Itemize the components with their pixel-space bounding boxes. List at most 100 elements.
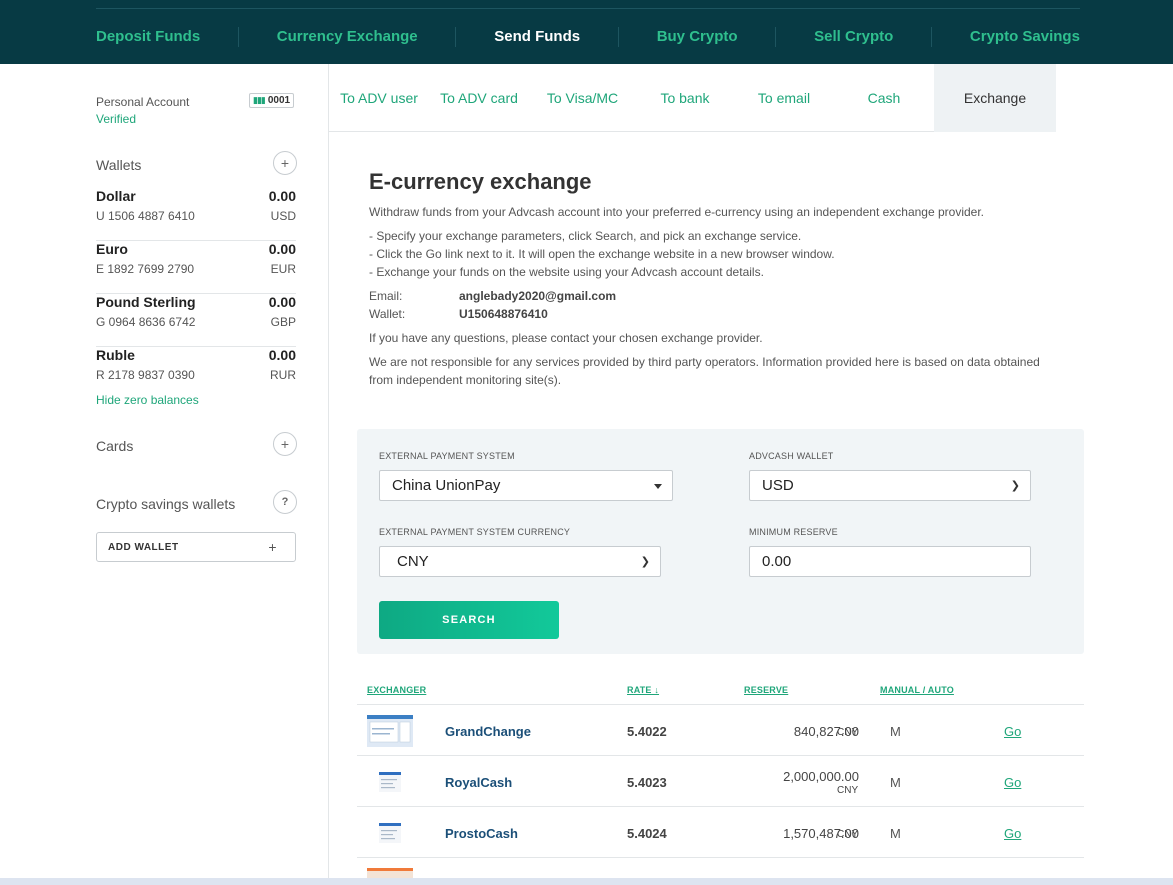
column-header-rate[interactable]: RATE ↓ <box>627 685 659 695</box>
eps-currency-select[interactable]: CNY ❯ <box>379 546 661 577</box>
minimum-reserve-value: 0.00 <box>762 553 792 570</box>
wallet-currency: USD <box>270 209 296 223</box>
column-header-reserve[interactable]: RESERVE <box>744 685 788 695</box>
step-1-text: - Specify your exchange parameters, clic… <box>369 229 802 243</box>
advcash-wallet-select[interactable]: USD ❯ <box>749 470 1031 501</box>
chevron-down-icon: ❯ <box>1010 480 1020 492</box>
send-funds-subtabs: To ADV user To ADV card To Visa/MC To ba… <box>329 64 1056 132</box>
table-row: RoyalCash 5.4023 2,000,000.00 CNY M Go <box>357 755 1084 806</box>
step-2-text: - Click the Go link next to it. It will … <box>369 247 835 261</box>
nav-separator <box>775 26 777 47</box>
wallet-balance: 0.00 <box>268 347 296 363</box>
tab-exchange[interactable]: Exchange <box>934 64 1056 132</box>
chevron-down-icon: ❯ <box>640 556 650 568</box>
tab-to-adv-user[interactable]: To ADV user <box>329 64 429 132</box>
sidebar: Personal Account Verified ▮▮▮ 0001 Walle… <box>0 64 329 885</box>
add-wallet-button[interactable]: ADD WALLET + <box>96 532 296 562</box>
wallet-number: G 0964 8636 6742 <box>96 315 196 329</box>
wallet-info-row: Wallet: U150648876410 <box>369 307 548 321</box>
nav-separator <box>237 26 239 47</box>
email-label: Email: <box>369 289 403 303</box>
add-card-plus-icon[interactable]: + <box>273 432 297 456</box>
wallet-item-pound-sterling[interactable]: Pound Sterling 0.00 G 0964 8636 6742 GBP <box>96 294 296 347</box>
wallet-item-dollar[interactable]: Dollar 0.00 U 1506 4887 6410 USD <box>96 188 296 241</box>
wallets-title: Wallets <box>96 157 142 173</box>
mode-indicator: M <box>890 826 901 841</box>
eps-currency-select-value: CNY <box>397 553 429 570</box>
top-navigation: Deposit Funds Currency Exchange Send Fun… <box>0 0 1173 64</box>
bar-chart-icon: ▮▮▮ <box>253 95 266 105</box>
search-button[interactable]: SEARCH <box>379 601 559 639</box>
tab-to-bank[interactable]: To bank <box>636 64 734 132</box>
exchange-rate: 5.4022 <box>627 724 667 739</box>
nav-separator <box>931 26 933 47</box>
nav-currency-exchange[interactable]: Currency Exchange <box>257 28 438 45</box>
nav-crypto-savings[interactable]: Crypto Savings <box>950 28 1080 45</box>
reserve-currency: CNY <box>837 785 859 796</box>
wallet-currency: EUR <box>270 262 296 276</box>
royalcash-logo <box>379 772 401 792</box>
tab-to-adv-card[interactable]: To ADV card <box>429 64 529 132</box>
go-link[interactable]: Go <box>1004 775 1021 790</box>
wallet-number: E 1892 7699 2790 <box>96 262 195 276</box>
advcash-wallet-select-value: USD <box>762 477 794 494</box>
nav-separator <box>455 26 457 47</box>
column-header-exchanger[interactable]: EXCHANGER <box>367 685 426 695</box>
account-id-badge-value: 0001 <box>267 95 291 106</box>
go-link[interactable]: Go <box>1004 826 1021 841</box>
nav-send-funds[interactable]: Send Funds <box>474 28 600 45</box>
nav-deposit-funds[interactable]: Deposit Funds <box>96 28 220 45</box>
page-title: E-currency exchange <box>369 169 592 194</box>
email-info-row: Email: anglebady2020@gmail.com <box>369 289 616 303</box>
questions-text: If you have any questions, please contac… <box>369 331 763 345</box>
crypto-savings-title: Crypto savings wallets <box>96 496 236 512</box>
add-wallet-plus-icon[interactable]: + <box>273 151 297 175</box>
exchanger-name[interactable]: GrandChange <box>445 724 531 739</box>
eps-select-value: China UnionPay <box>392 477 501 494</box>
wallet-name: Euro <box>96 241 128 257</box>
wallet-name: Dollar <box>96 188 136 204</box>
top-navigation-items: Deposit Funds Currency Exchange Send Fun… <box>96 8 1080 64</box>
intro-text: Withdraw funds from your Advcash account… <box>369 205 985 219</box>
help-question-icon[interactable]: ? <box>273 490 297 514</box>
tab-to-email[interactable]: To email <box>734 64 834 132</box>
account-id-badge[interactable]: ▮▮▮ 0001 <box>249 93 295 108</box>
wallet-value: U150648876410 <box>459 307 548 321</box>
wallet-number: U 1506 4887 6410 <box>96 209 195 223</box>
caret-down-icon <box>654 484 662 489</box>
reserve-amount: 2,000,000.00 <box>783 769 859 784</box>
account-verified-status: Verified <box>96 112 137 126</box>
wallet-balance: 0.00 <box>268 241 296 257</box>
add-wallet-label: ADD WALLET <box>108 541 179 553</box>
minimum-reserve-input[interactable]: 0.00 <box>749 546 1031 577</box>
hide-zero-balances-link[interactable]: Hide zero balances <box>96 393 199 407</box>
tab-to-visa-mc[interactable]: To Visa/MC <box>529 64 636 132</box>
window-bottom-edge <box>0 878 1173 885</box>
exchanger-name[interactable]: RoyalCash <box>445 775 512 790</box>
column-header-manual-auto[interactable]: MANUAL / AUTO <box>880 685 954 695</box>
table-row <box>357 857 1084 879</box>
wallet-name: Ruble <box>96 347 135 363</box>
tab-cash[interactable]: Cash <box>834 64 934 132</box>
wallet-balance: 0.00 <box>268 294 296 310</box>
table-row: GrandChange 5.4022 840,827.00 CNY M Go <box>357 704 1084 755</box>
wallet-balance: 0.00 <box>268 188 296 204</box>
minimum-reserve-label: MINIMUM RESERVE <box>749 527 838 537</box>
step-3-text: - Exchange your funds on the website usi… <box>369 265 764 279</box>
nav-separator <box>617 26 619 47</box>
eps-select[interactable]: China UnionPay <box>379 470 673 501</box>
wallet-item-euro[interactable]: Euro 0.00 E 1892 7699 2790 EUR <box>96 241 296 294</box>
table-row: ProstoCash 5.4024 1,570,487.00 CNY M Go <box>357 806 1084 857</box>
wallet-item-ruble[interactable]: Ruble 0.00 R 2178 9837 0390 RUR <box>96 347 296 387</box>
wallet-label: Wallet: <box>369 307 406 321</box>
nav-sell-crypto[interactable]: Sell Crypto <box>794 28 913 45</box>
exchanger-name[interactable]: ProstoCash <box>445 826 518 841</box>
prostocash-logo <box>379 823 401 843</box>
exchange-rate: 5.4023 <box>627 775 667 790</box>
nav-buy-crypto[interactable]: Buy Crypto <box>637 28 758 45</box>
exchange-rate: 5.4024 <box>627 826 667 841</box>
go-link[interactable]: Go <box>1004 724 1021 739</box>
reserve-currency: CNY <box>837 727 859 738</box>
reserve-currency: CNY <box>837 829 859 840</box>
plus-icon: + <box>268 539 277 555</box>
